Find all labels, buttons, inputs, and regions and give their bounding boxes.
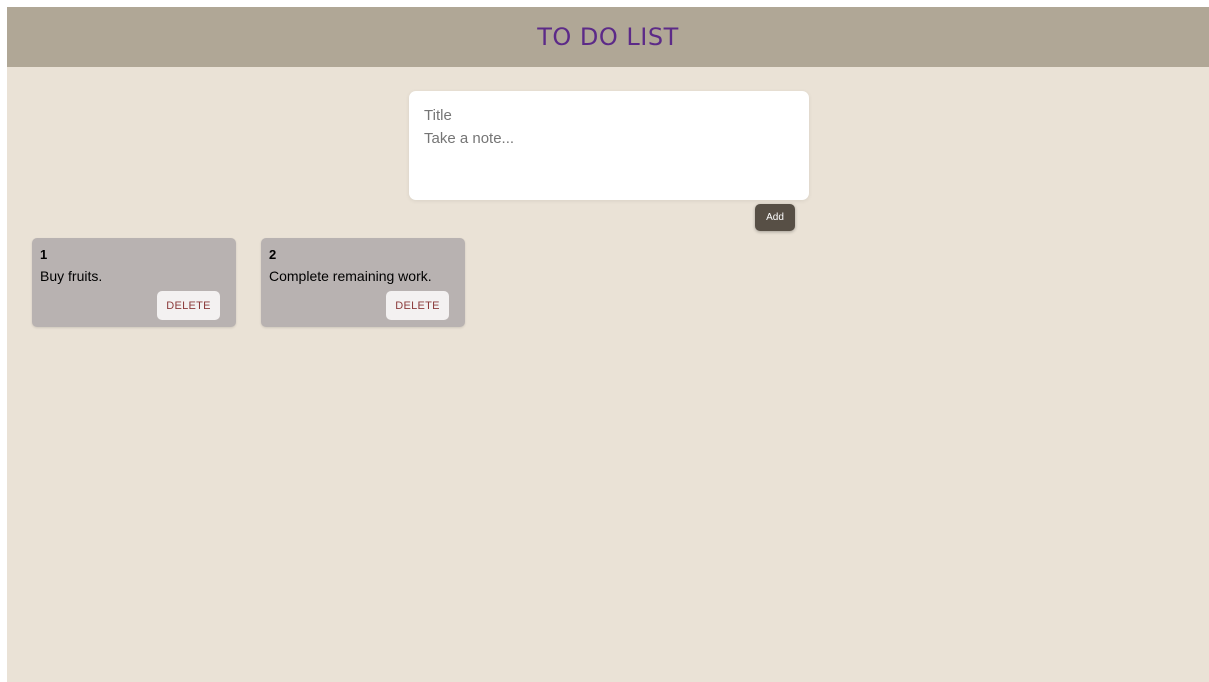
note-title: 1 (40, 247, 48, 262)
page-title: TO DO LIST (537, 23, 679, 51)
note-card: 1 Buy fruits. DELETE (32, 238, 236, 327)
delete-note-button[interactable]: DELETE (386, 291, 449, 320)
note-title: 2 (269, 247, 277, 262)
create-note-form (409, 91, 809, 200)
app-header: TO DO LIST (7, 7, 1209, 67)
delete-note-button[interactable]: DELETE (157, 291, 220, 320)
note-content-textarea[interactable] (424, 130, 794, 190)
note-content: Buy fruits. (40, 268, 103, 284)
add-note-button[interactable]: Add (755, 204, 795, 231)
note-card: 2 Complete remaining work. DELETE (261, 238, 465, 327)
note-content: Complete remaining work. (269, 268, 432, 284)
note-title-input[interactable] (424, 106, 794, 124)
app-root: TO DO LIST Add 1 Buy fruits. DELETE 2 Co… (7, 7, 1209, 682)
